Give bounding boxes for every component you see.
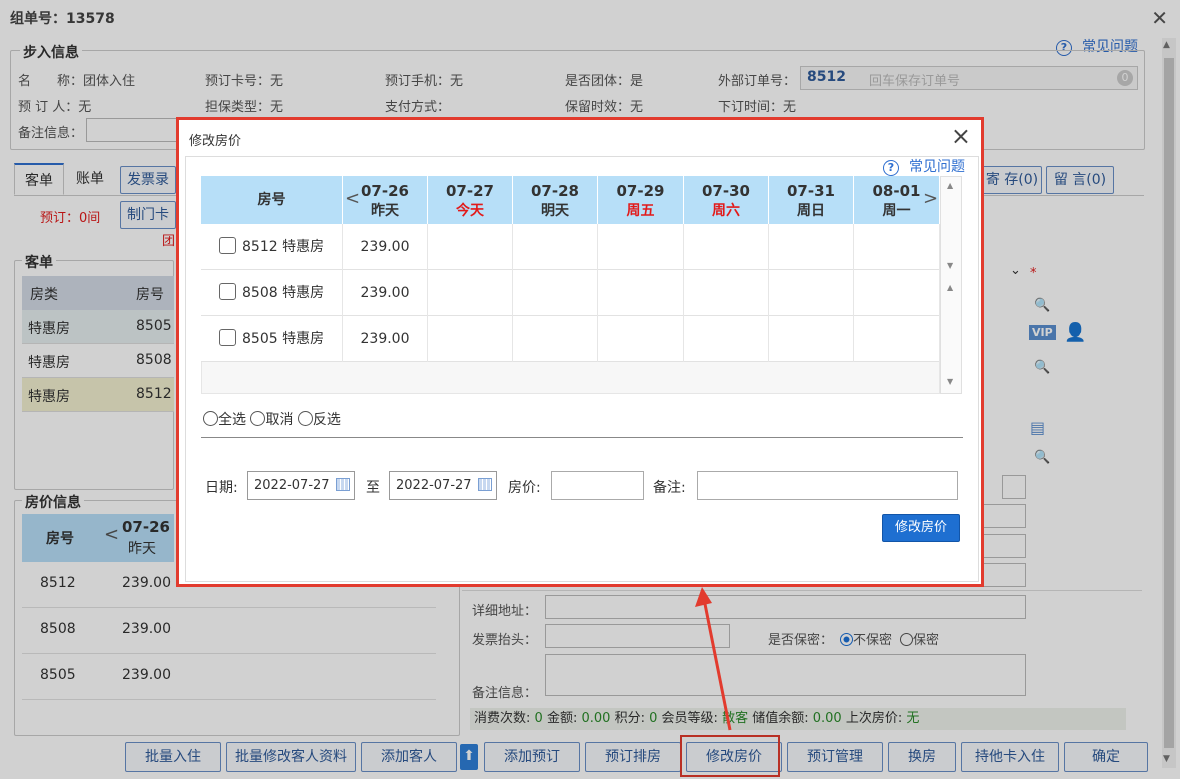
price-cell[interactable]	[598, 224, 684, 270]
price-cell[interactable]	[684, 316, 769, 362]
row-checkbox[interactable]	[219, 283, 236, 300]
price-cell[interactable]	[769, 270, 854, 316]
help-link[interactable]: ? 常见问题	[883, 156, 965, 176]
annotation-arrow	[695, 587, 732, 731]
room-cell[interactable]: 8508 特惠房	[201, 270, 343, 316]
date-col: 07-26 昨天	[343, 176, 428, 224]
invert-select-radio[interactable]: 反选	[297, 411, 341, 428]
calendar-icon[interactable]	[478, 478, 492, 491]
scroll-down-icon[interactable]: ▼	[947, 377, 953, 386]
date-label: 日期:	[205, 480, 238, 496]
price-cell[interactable]	[854, 270, 940, 316]
price-cell[interactable]	[769, 316, 854, 362]
question-icon: ?	[883, 160, 899, 176]
selection-options: 全选 取消 反选	[203, 409, 341, 429]
price-cell[interactable]: 239.00	[343, 316, 428, 362]
date-col: 07-29 周五	[598, 176, 684, 224]
grid-scrollbar[interactable]: ▲ ▼ ▲ ▼	[940, 176, 962, 394]
price-cell[interactable]	[513, 224, 598, 270]
price-cell[interactable]	[769, 224, 854, 270]
dialog-title: 修改房价	[189, 134, 242, 149]
price-cell[interactable]	[513, 270, 598, 316]
deselect-radio[interactable]: 取消	[250, 411, 293, 428]
date-col: 07-27 今天	[428, 176, 513, 224]
price-cell[interactable]	[854, 316, 940, 362]
select-all-radio[interactable]: 全选	[203, 411, 246, 428]
price-cell[interactable]	[428, 224, 513, 270]
row-checkbox[interactable]	[219, 237, 236, 254]
price-cell[interactable]	[684, 224, 769, 270]
end-date-input[interactable]: 2022-07-27	[389, 471, 497, 500]
price-label: 房价:	[508, 480, 541, 496]
room-cell[interactable]: 8505 特惠房	[201, 316, 343, 362]
next-date-icon[interactable]: >	[923, 188, 938, 209]
price-cell[interactable]	[428, 316, 513, 362]
date-col: 07-31 周日	[769, 176, 854, 224]
price-cell[interactable]: 239.00	[343, 224, 428, 270]
price-cell[interactable]	[854, 224, 940, 270]
close-icon[interactable]: ×	[951, 122, 971, 150]
price-cell[interactable]	[428, 270, 513, 316]
table-row[interactable]: 8512 特惠房 239.00	[201, 224, 940, 270]
note-label: 备注:	[653, 480, 686, 496]
row-checkbox[interactable]	[219, 329, 236, 346]
price-cell[interactable]	[598, 316, 684, 362]
price-cell[interactable]	[513, 316, 598, 362]
to-label: 至	[366, 480, 380, 496]
date-col: 07-30 周六	[684, 176, 769, 224]
price-grid-header: 房号 < 07-26 昨天 07-27 今天 07-28 明天 07-29 周五 07-…	[201, 176, 940, 224]
scroll-up-icon[interactable]: ▲	[947, 181, 953, 190]
price-cell[interactable]: 239.00	[343, 270, 428, 316]
grid-empty-area	[201, 362, 940, 394]
note-input[interactable]	[697, 471, 958, 500]
room-column-header: 房号	[201, 176, 343, 224]
table-row[interactable]: 8508 特惠房 239.00	[201, 270, 940, 316]
scroll-up-icon[interactable]: ▲	[947, 283, 953, 292]
price-cell[interactable]	[684, 270, 769, 316]
start-date-input[interactable]: 2022-07-27	[247, 471, 355, 500]
calendar-icon[interactable]	[336, 478, 350, 491]
dialog-divider	[201, 437, 963, 438]
modify-price-dialog: 修改房价 × ? 常见问题 房号 < 07-26 昨天 07-27 今天 07-28 明…	[176, 117, 984, 587]
price-input[interactable]	[551, 471, 644, 500]
price-cell[interactable]	[598, 270, 684, 316]
date-col: 07-28 明天	[513, 176, 598, 224]
submit-price-button[interactable]: 修改房价	[882, 514, 960, 542]
room-cell[interactable]: 8512 特惠房	[201, 224, 343, 270]
table-row[interactable]: 8505 特惠房 239.00	[201, 316, 940, 362]
scroll-down-icon[interactable]: ▼	[947, 261, 953, 270]
